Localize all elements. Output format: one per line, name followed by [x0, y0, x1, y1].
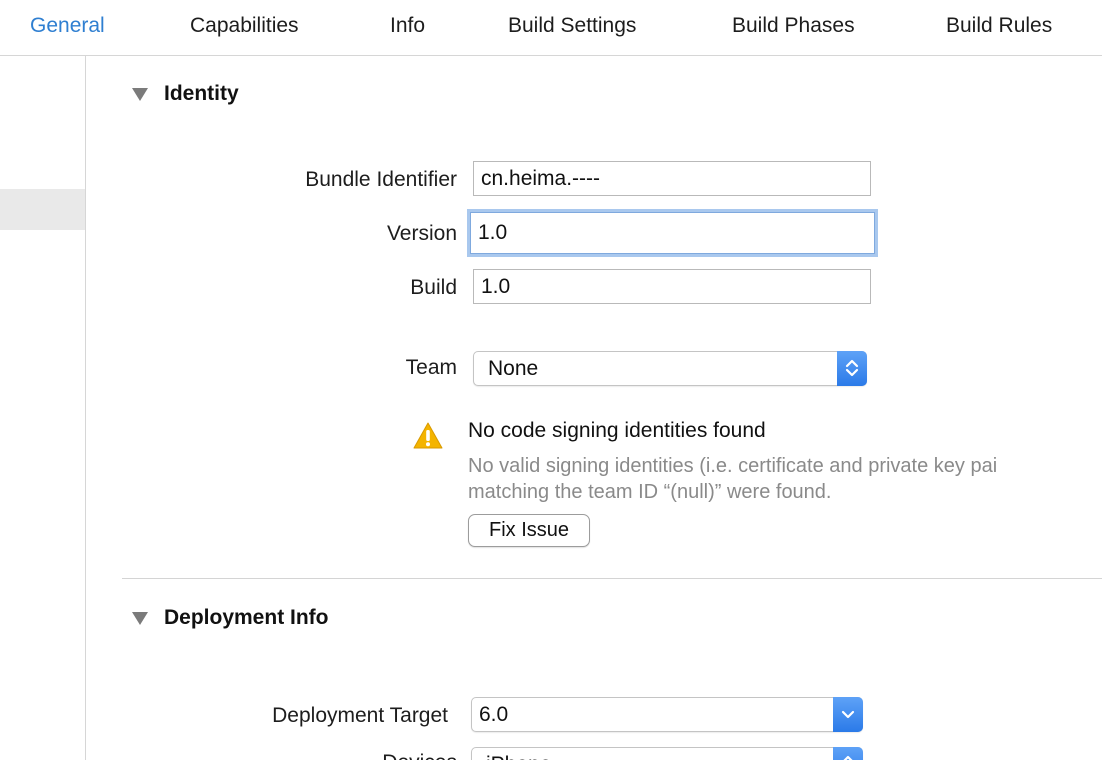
warning-message-line2: matching the team ID “(null)” were found… [468, 481, 832, 503]
warning-icon [413, 421, 443, 451]
build-label: Build [410, 276, 457, 299]
fix-issue-button[interactable]: Fix Issue [468, 514, 590, 547]
identity-disclosure-triangle-icon[interactable] [132, 88, 148, 101]
xcode-target-editor: General Capabilities Info Build Settings… [0, 0, 1102, 760]
version-field[interactable]: 1.0 [470, 212, 875, 254]
section-divider [122, 578, 1102, 579]
editor-tab-bar: General Capabilities Info Build Settings… [0, 0, 1102, 56]
deployment-disclosure-triangle-icon[interactable] [132, 612, 148, 625]
deployment-target-label: Deployment Target [272, 704, 448, 727]
tab-capabilities[interactable]: Capabilities [190, 13, 299, 39]
devices-popup[interactable]: iPhone [471, 747, 863, 760]
team-popup[interactable]: None [473, 351, 867, 386]
tab-build-rules[interactable]: Build Rules [946, 13, 1052, 39]
identity-section-title: Identity [164, 82, 239, 105]
team-popup-value: None [488, 357, 539, 380]
tab-build-phases[interactable]: Build Phases [732, 13, 855, 39]
combo-dropdown-icon [833, 697, 863, 732]
tab-general[interactable]: General [30, 13, 105, 39]
bundle-identifier-label: Bundle Identifier [305, 168, 457, 191]
build-field[interactable]: 1.0 [473, 269, 871, 304]
devices-label: Devices [382, 750, 457, 760]
warning-title: No code signing identities found [468, 419, 766, 442]
devices-stepper-icon [833, 747, 863, 760]
deployment-target-value: 6.0 [479, 703, 509, 726]
deployment-target-combo[interactable]: 6.0 [471, 697, 863, 732]
team-label: Team [405, 356, 457, 379]
version-label: Version [386, 222, 457, 245]
deployment-section-title: Deployment Info [164, 606, 329, 629]
bundle-identifier-field[interactable]: cn.heima.---- [473, 161, 871, 196]
target-sidebar [0, 56, 86, 760]
popup-stepper-icon [837, 351, 867, 386]
tab-info[interactable]: Info [390, 13, 425, 39]
sidebar-selected-row[interactable] [0, 189, 85, 230]
devices-popup-value: iPhone [486, 753, 551, 760]
warning-message-line1: No valid signing identities (i.e. certif… [468, 455, 998, 477]
tab-build-settings[interactable]: Build Settings [508, 13, 636, 39]
